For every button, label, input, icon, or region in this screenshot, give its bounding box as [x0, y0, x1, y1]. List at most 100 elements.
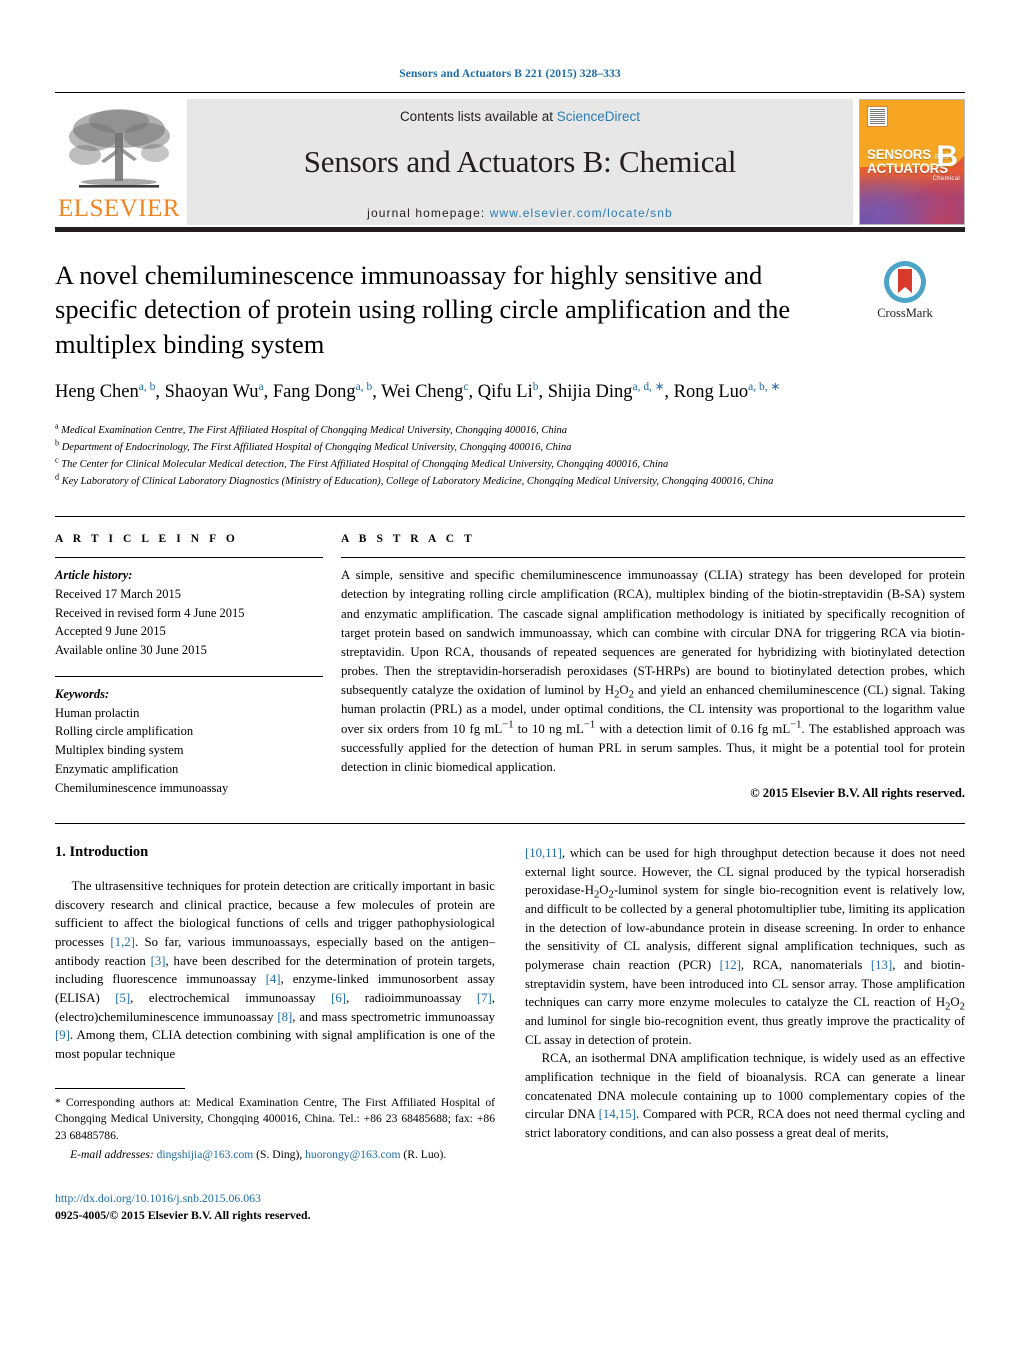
text-run: and luminol for single bio-recognition e… [525, 1014, 965, 1047]
abstract-text-1: A simple, sensitive and specific chemilu… [341, 568, 965, 698]
crossmark-icon [884, 261, 926, 303]
article-info-heading: A R T I C L E I N F O [55, 533, 239, 546]
abstract-paragraph: A simple, sensitive and specific chemilu… [341, 566, 965, 777]
author-name: Shaoyan Wu [164, 382, 259, 403]
abstract-body: A simple, sensitive and specific chemilu… [341, 566, 965, 803]
author-sep: , [468, 382, 478, 403]
affiliation-mark: d [55, 472, 60, 482]
article-history-item: Received 17 March 2015 [55, 586, 182, 601]
journal-band: Contents lists available at ScienceDirec… [187, 99, 853, 225]
affiliation-item: b Department of Endocrinology, The First… [55, 439, 885, 456]
email-link-luo[interactable]: huorongy@163.com [305, 1148, 400, 1161]
h2o2-sub: 2 [959, 1002, 965, 1013]
keyword-item: Chemiluminescence immunoassay [55, 780, 229, 795]
info-abstract-region: A R T I C L E I N F O Article history: R… [55, 533, 965, 803]
citation-ref[interactable]: [8] [277, 1010, 292, 1024]
abstract-text-3: to 10 ng mL [513, 721, 584, 736]
h2o2-o: O [619, 683, 629, 698]
article-history-item: Available online 30 June 2015 [55, 643, 207, 658]
text-run: , radioimmunoassay [346, 991, 477, 1006]
title-block: A novel chemiluminescence immunoassay fo… [55, 258, 965, 406]
contents-line: Contents lists available at ScienceDirec… [400, 109, 640, 124]
author-entry: Rong Luoa, b, ∗ [673, 381, 781, 403]
author-affil-marks: a, b [138, 381, 156, 394]
journal-title: Sensors and Actuators B: Chemical [303, 144, 737, 179]
article-info-column: A R T I C L E I N F O Article history: R… [55, 533, 341, 803]
email-label: E-mail addresses: [70, 1147, 154, 1161]
citation-ref[interactable]: [4] [266, 972, 281, 986]
crossmark-label: CrossMark [877, 306, 933, 320]
author-sep: , [155, 382, 165, 403]
affiliation-text: Department of Endocrinology, The First A… [61, 442, 572, 454]
affiliation-item: c The Center for Clinical Molecular Medi… [55, 456, 885, 473]
citation-ref[interactable]: [6] [331, 991, 346, 1005]
author-name: Fang Dong [272, 382, 356, 403]
homepage-label: journal homepage: [367, 206, 486, 220]
body-columns: 1. Introduction The ultrasensitive techn… [55, 844, 965, 1225]
affiliation-item: a Medical Examination Centre, The First … [55, 422, 885, 439]
author-name: Qifu Li [477, 382, 533, 403]
citation-ref[interactable]: [7] [477, 991, 492, 1005]
author-entry: Fang Donga, b, [272, 381, 382, 403]
citation-ref[interactable]: [3] [151, 954, 166, 968]
citation-ref[interactable]: [1,2] [110, 935, 135, 949]
text-run: . Among them, CLIA detection combining w… [55, 1028, 495, 1062]
author-name: Heng Chen [55, 382, 139, 403]
doi-block: http://dx.doi.org/10.1016/j.snb.2015.06.… [55, 1190, 495, 1225]
divider-above-abstract [55, 516, 965, 518]
author-sep: , [538, 382, 548, 403]
email-link-ding[interactable]: dingshijia@163.com [157, 1148, 254, 1161]
divider-top [55, 92, 965, 93]
email-owner-2: (R. Luo). [400, 1147, 447, 1161]
unit-exponent: −1 [502, 719, 514, 731]
affiliation-text: Key Laboratory of Clinical Laboratory Di… [61, 476, 774, 488]
running-head: Sensors and Actuators B 221 (2015) 328–3… [399, 68, 621, 80]
affiliation-item: d Key Laboratory of Clinical Laboratory … [55, 473, 885, 490]
author-affil-marks: a, b, ∗ [748, 381, 781, 394]
author-name: Wei Cheng [381, 382, 464, 403]
text-run: , electrochemical immunoassay [130, 991, 332, 1006]
divider-below-abstract [55, 823, 965, 825]
email-owner-1: (S. Ding), [253, 1147, 306, 1161]
abstract-column: A B S T R A C T A simple, sensitive and … [341, 533, 965, 803]
author-sep: , [372, 382, 382, 403]
issn-copyright: 0925-4005/© 2015 Elsevier B.V. All right… [55, 1208, 311, 1223]
author-name: Rong Luo [673, 382, 749, 403]
divider-article-info [55, 557, 323, 559]
paragraph: The ultrasensitive techniques for protei… [55, 877, 495, 1064]
introduction-right-text: [10,11], which can be used for high thro… [525, 844, 965, 1143]
abstract-text-4: with a detection limit of 0.16 fg mL [595, 721, 791, 736]
keyword-item: Rolling circle amplification [55, 724, 194, 739]
contents-prefix: Contents lists available at [399, 109, 557, 124]
cover-volume-letter: B [936, 140, 958, 173]
affiliation-text: Medical Examination Centre, The First Af… [61, 425, 567, 437]
author-list: Heng Chena, b, Shaoyan Wua, Fang Donga, … [55, 379, 825, 406]
author-entry: Shijia Dinga, d, ∗, [547, 381, 674, 403]
crossmark-badge[interactable]: CrossMark [845, 258, 965, 406]
h2o2-o: O [599, 883, 609, 898]
doi-link[interactable]: http://dx.doi.org/10.1016/j.snb.2015.06.… [55, 1191, 261, 1205]
journal-homepage-line: journal homepage: www.elsevier.com/locat… [367, 206, 673, 220]
citation-ref[interactable]: [14,15] [599, 1107, 636, 1121]
corresponding-author-note: * Corresponding authors at: Medical Exam… [55, 1095, 495, 1145]
sciencedirect-link[interactable]: ScienceDirect [557, 109, 640, 124]
author-sep: , [263, 382, 273, 403]
email-note: E-mail addresses: dingshijia@163.com (S.… [55, 1147, 495, 1164]
citation-ref[interactable]: [9] [55, 1028, 70, 1042]
citation-ref[interactable]: [12] [720, 958, 741, 972]
keyword-item: Human prolactin [55, 705, 140, 720]
author-name: Shijia Ding [547, 382, 633, 403]
citation-ref[interactable]: [10,11] [525, 846, 562, 860]
article-history-label: Article history: [55, 568, 133, 583]
author-affil-marks: a, b [355, 381, 373, 394]
unit-exponent: −1 [583, 719, 596, 731]
abstract-copyright: © 2015 Elsevier B.V. All rights reserved… [750, 786, 965, 801]
journal-homepage-link[interactable]: www.elsevier.com/locate/snb [490, 206, 673, 220]
author-affil-marks: a, d, ∗ [632, 381, 665, 394]
abstract-heading: A B S T R A C T [341, 533, 476, 546]
affiliation-text: The Center for Clinical Molecular Medica… [61, 459, 669, 471]
journal-cover-thumbnail: SENSORS and ACTUATORS B Chemical [859, 99, 965, 225]
author-entry: Shaoyan Wua, [164, 381, 273, 403]
citation-ref[interactable]: [5] [115, 991, 130, 1005]
citation-ref[interactable]: [13] [871, 958, 892, 972]
